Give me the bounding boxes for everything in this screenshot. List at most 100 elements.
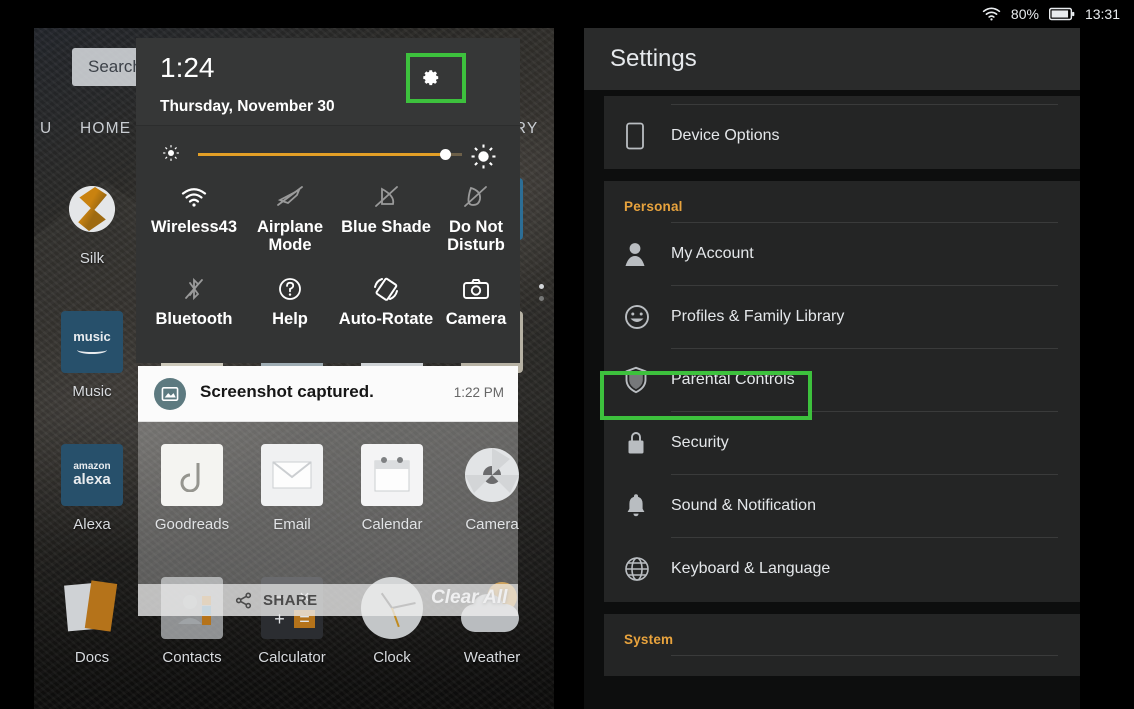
- bell-icon: [624, 492, 671, 520]
- page-indicator[interactable]: [539, 284, 544, 308]
- image-icon: [154, 378, 186, 410]
- page-title: Settings: [610, 45, 697, 72]
- brightness-knob[interactable]: [439, 149, 451, 160]
- divider: [671, 655, 1058, 656]
- camera-icon: [428, 274, 524, 304]
- battery-percent: 80%: [1010, 6, 1039, 22]
- toggle-help[interactable]: Help: [242, 274, 338, 328]
- toggle-label: Auto-Rotate: [338, 310, 434, 328]
- silk-icon: [61, 178, 123, 240]
- app-label: Calculator: [258, 649, 326, 666]
- app-docs[interactable]: Docs: [40, 577, 144, 666]
- settings-app: Settings Device Options Personal My Acco…: [584, 28, 1080, 709]
- toggle-airplane-mode[interactable]: Airplane Mode: [242, 182, 338, 255]
- notification-screenshot-preview[interactable]: [138, 422, 518, 584]
- app-silk[interactable]: Silk: [40, 178, 144, 267]
- toggle-auto-rotate[interactable]: Auto-Rotate: [338, 274, 434, 328]
- battery-icon: [1048, 7, 1075, 21]
- notification-title: Screenshot captured.: [200, 382, 374, 401]
- toggle-label: Camera: [445, 310, 507, 328]
- settings-row-profiles-family-library[interactable]: Profiles & Family Library: [604, 286, 1080, 348]
- settings-list[interactable]: Device Options Personal My Account Profi…: [584, 96, 1080, 676]
- notification-time: 1:22 PM: [453, 385, 504, 400]
- toggle-wireless[interactable]: Wireless43: [146, 182, 242, 236]
- settings-row-label: Security: [671, 434, 729, 451]
- app-music[interactable]: music Music: [40, 311, 144, 400]
- app-label: Silk: [79, 250, 105, 267]
- globe-icon: [624, 556, 671, 582]
- settings-row-label: Keyboard & Language: [671, 560, 831, 577]
- brightness-fill: [198, 153, 444, 156]
- settings-row-label: Profiles & Family Library: [671, 308, 845, 325]
- do-not-disturb-off-icon: [428, 182, 524, 212]
- settings-card-system: System: [604, 614, 1080, 676]
- right-tablet-screen: 80% 13:31 Settings Device Options Person…: [584, 0, 1134, 709]
- screenshot-root: Search U HOME LIBRARY Silk: [0, 0, 1134, 709]
- settings-header: Settings: [584, 28, 1080, 90]
- shade-date: Thursday, November 30: [160, 98, 335, 115]
- app-alexa[interactable]: amazon alexa Alexa: [40, 444, 144, 533]
- brightness-low-icon: [163, 145, 179, 161]
- toggle-label: Blue Shade: [341, 218, 431, 236]
- toggle-camera[interactable]: Camera: [428, 274, 524, 328]
- settings-row-device-options[interactable]: Device Options: [604, 105, 1080, 167]
- notification-actions: SHARE: [138, 584, 518, 616]
- settings-row-label: My Account: [671, 245, 754, 262]
- left-tablet-screen: Search U HOME LIBRARY Silk: [34, 28, 554, 709]
- amazon-music-icon: music: [61, 311, 123, 373]
- shade-clock: 1:24: [160, 52, 215, 83]
- section-label-system: System: [624, 632, 674, 647]
- gear-icon[interactable]: [418, 66, 442, 90]
- brightness-high-icon: [471, 144, 496, 169]
- nav-item-home[interactable]: HOME: [80, 120, 131, 138]
- wifi-icon: [982, 7, 1001, 21]
- bluetooth-off-icon: [146, 274, 242, 304]
- status-clock: 13:31: [1084, 6, 1120, 22]
- docs-icon: [61, 577, 123, 639]
- share-icon[interactable]: [234, 591, 253, 610]
- brightness-slider[interactable]: [198, 149, 462, 160]
- settings-row-sound-notification[interactable]: Sound & Notification: [604, 475, 1080, 537]
- settings-row-my-account[interactable]: My Account: [604, 223, 1080, 285]
- notification-header[interactable]: Screenshot captured. 1:22 PM: [138, 366, 518, 422]
- toggle-do-not-disturb[interactable]: Do Not Disturb: [428, 182, 524, 255]
- blue-shade-off-icon: [338, 182, 434, 212]
- settings-row-keyboard-language[interactable]: Keyboard & Language: [604, 538, 1080, 600]
- nav-item-left[interactable]: U: [40, 120, 52, 138]
- airplane-off-icon: [242, 182, 338, 212]
- quick-toggle-row-1: Wireless43 Airplane Mode Blue Shade Do N…: [136, 182, 520, 274]
- notification-card[interactable]: Screenshot captured. 1:22 PM SHARE: [138, 366, 518, 616]
- brightness-slider-row: [136, 126, 520, 182]
- shield-icon: [624, 366, 671, 394]
- settings-row-label: Device Options: [671, 127, 780, 144]
- toggle-blue-shade[interactable]: Blue Shade: [338, 182, 434, 236]
- quick-toggle-row-2: Bluetooth Help Auto-Rotate Camera: [136, 274, 520, 354]
- smiley-icon: [624, 304, 671, 330]
- toggle-label: Help: [272, 310, 308, 328]
- alexa-icon: amazon alexa: [61, 444, 123, 506]
- app-label: Alexa: [73, 516, 111, 533]
- settings-row-security[interactable]: Security: [604, 412, 1080, 474]
- settings-row-label: Sound & Notification: [671, 497, 816, 514]
- app-label: Contacts: [162, 649, 222, 666]
- settings-row-parental-controls[interactable]: Parental Controls: [604, 349, 1080, 411]
- lock-icon: [624, 429, 671, 457]
- toggle-label: Wireless43: [150, 218, 238, 236]
- toggle-label: Bluetooth: [155, 310, 233, 328]
- toggle-bluetooth[interactable]: Bluetooth: [146, 274, 242, 328]
- status-bar: 80% 13:31: [584, 0, 1134, 28]
- toggle-label: Airplane Mode: [256, 218, 324, 255]
- app-label: Clock: [373, 649, 411, 666]
- toggle-label: Do Not Disturb: [447, 218, 505, 255]
- settings-card-personal: Personal My Account Profiles & Family Li…: [604, 181, 1080, 602]
- auto-rotate-icon: [338, 274, 434, 304]
- device-icon: [624, 122, 671, 150]
- share-button-label[interactable]: SHARE: [263, 592, 318, 609]
- shade-header: 1:24 Thursday, November 30: [136, 38, 520, 126]
- wifi-icon: [146, 182, 242, 212]
- person-icon: [624, 241, 671, 267]
- section-label-personal: Personal: [624, 199, 683, 214]
- app-label: Weather: [463, 649, 521, 666]
- settings-card-device: Device Options: [604, 96, 1080, 169]
- app-label: Docs: [74, 649, 110, 666]
